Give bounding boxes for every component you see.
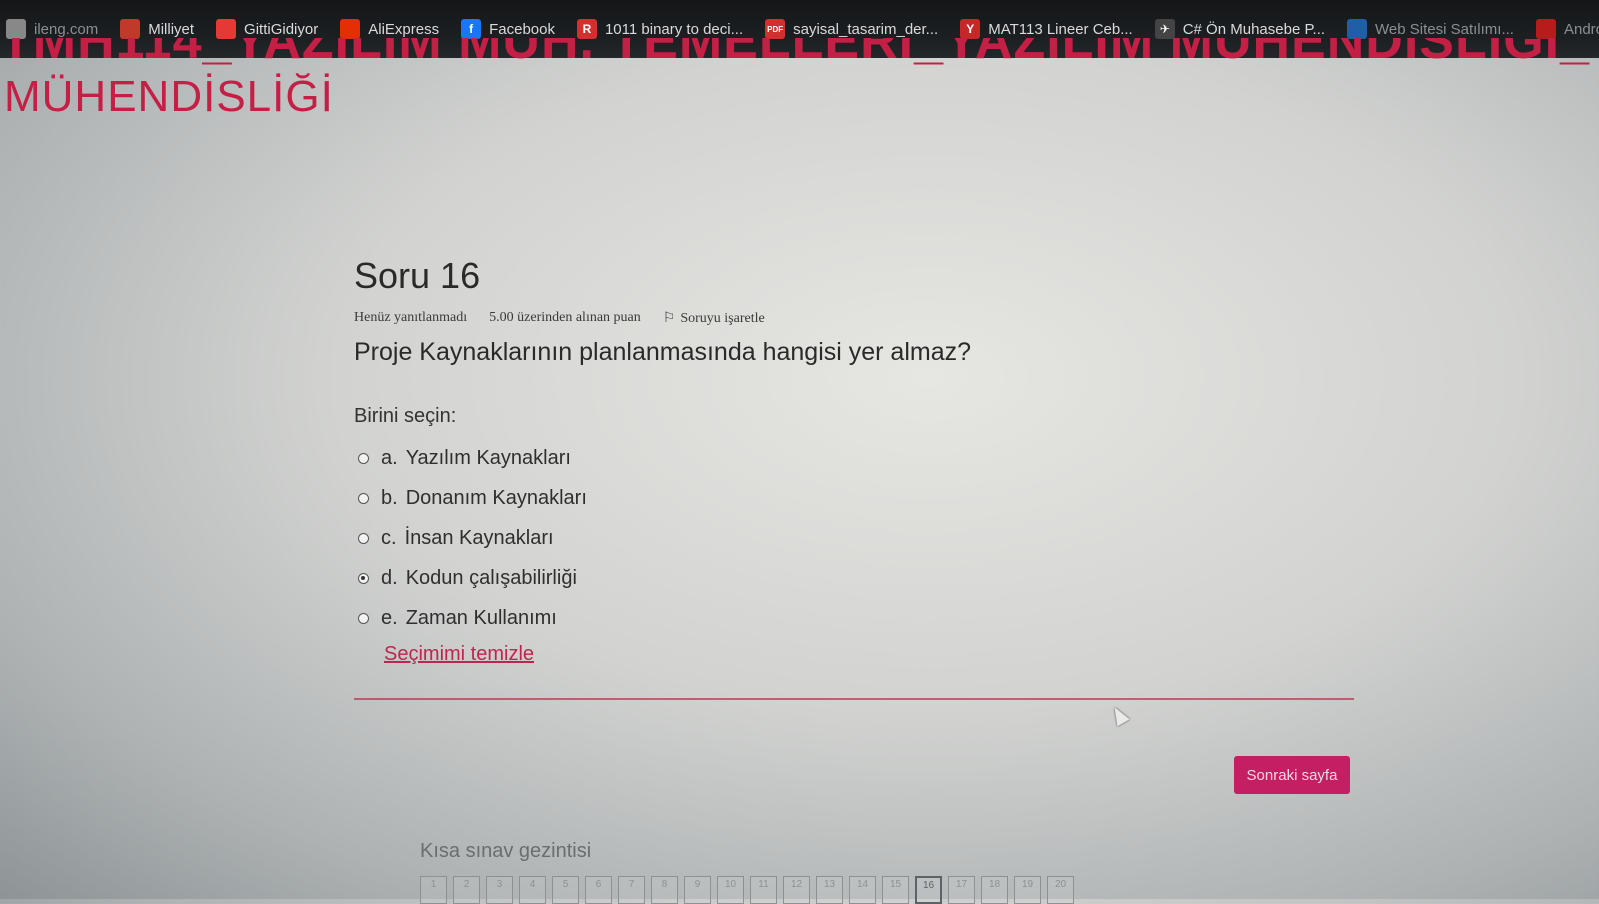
answer-list: a. Yazılım Kaynakları b. Donanım Kaynakları… [358, 438, 587, 638]
bookmark-label: Web Sitesi Satılımı... [1375, 20, 1514, 38]
answer-option[interactable]: b. Donanım Kaynakları [358, 478, 587, 518]
answer-letter: b. [381, 486, 398, 509]
flag-question-label: Soruyu işaretle [680, 310, 765, 326]
quiz-nav-button[interactable]: 19 [1014, 876, 1041, 904]
question-points: 5.00 üzerinden alınan puan [489, 310, 641, 325]
answer-text: Donanım Kaynakları [405, 486, 587, 509]
choose-one-label: Birini seçin: [354, 405, 457, 427]
quiz-nav-button[interactable]: 9 [684, 876, 711, 904]
bookmark-label: Milliyet [148, 20, 195, 38]
r-icon: R [576, 19, 597, 39]
aliexpress-icon [340, 19, 361, 39]
quiz-nav-button[interactable]: 18 [981, 876, 1008, 904]
answer-letter: c. [381, 526, 397, 549]
blue-icon [1347, 19, 1368, 39]
bookmark-item[interactable]: Y MAT113 Lineer Ceb... [960, 19, 1133, 39]
quiz-nav-button[interactable]: 17 [948, 876, 975, 904]
quiz-nav-button[interactable]: 15 [882, 876, 909, 904]
quiz-navigation: 1 2 3 4 5 6 7 8 9 10 11 12 13 14 15 16 17 18 19 20 [420, 876, 1074, 904]
site-icon [6, 19, 26, 39]
clear-selection-link[interactable]: Seçimimi temizle [384, 643, 534, 666]
quiz-nav-button[interactable]: 1 [420, 876, 447, 904]
pin-icon: ✈ [1154, 19, 1175, 39]
bookmark-label: sayisal_tasarim_der... [793, 20, 939, 38]
bookmark-label: Android Dersleri | U... [1563, 20, 1599, 38]
bookmark-item[interactable]: GittiGidiyor [216, 19, 318, 39]
answer-text: Zaman Kullanımı [405, 606, 557, 629]
quiz-nav-button[interactable]: 6 [585, 876, 612, 904]
answer-letter: d. [381, 566, 398, 589]
answer-option[interactable]: c. İnsan Kaynakları [358, 518, 587, 558]
quiz-nav-button[interactable]: 8 [651, 876, 678, 904]
answer-text: Yazılım Kaynakları [405, 446, 571, 469]
bookmark-item[interactable]: f Facebook [461, 19, 555, 39]
quiz-nav-button[interactable]: 2 [453, 876, 480, 904]
milliyet-icon [120, 19, 141, 39]
radio-button[interactable] [358, 532, 369, 544]
bookmark-item[interactable]: ileng.com [6, 19, 98, 39]
radio-button[interactable] [358, 572, 369, 584]
gittigidiyor-icon [216, 19, 237, 39]
android-icon [1535, 19, 1556, 39]
quiz-nav-button[interactable]: 16 [915, 876, 942, 904]
quiz-nav-button[interactable]: 4 [519, 876, 546, 904]
facebook-icon: f [461, 19, 482, 39]
radio-button[interactable] [358, 452, 369, 464]
flag-icon: ⚐ [662, 311, 676, 326]
question-text: Proje Kaynaklarının planlanmasında hangi… [354, 338, 972, 366]
question-info: Henüz yanıtlanmadı 5.00 üzerinden alınan… [354, 310, 765, 327]
bookmark-label: Facebook [489, 20, 555, 38]
bookmark-item[interactable]: Milliyet [120, 19, 194, 39]
mouse-cursor-icon [1108, 703, 1130, 727]
quiz-nav-button[interactable]: 5 [552, 876, 579, 904]
quiz-nav-button[interactable]: 14 [849, 876, 876, 904]
quiz-nav-button[interactable]: 13 [816, 876, 843, 904]
next-page-button[interactable]: Sonraki sayfa [1234, 756, 1350, 794]
answer-text: İnsan Kaynakları [404, 526, 554, 549]
quiz-nav-button[interactable]: 12 [783, 876, 810, 904]
quiz-nav-button[interactable]: 3 [486, 876, 513, 904]
bookmark-label: AliExpress [368, 20, 440, 38]
bookmark-item[interactable]: ✈ C# Ön Muhasebe P... [1154, 19, 1326, 39]
bookmark-label: ileng.com [34, 20, 99, 38]
bookmark-item[interactable]: Web Sitesi Satılımı... [1347, 19, 1514, 39]
bookmark-item[interactable]: Android Dersleri | U... [1535, 19, 1599, 39]
bookmark-item[interactable]: AliExpress [340, 19, 439, 39]
bookmark-item[interactable]: R 1011 binary to deci... [576, 19, 744, 39]
quiz-nav-button[interactable]: 7 [618, 876, 645, 904]
answer-option[interactable]: d. Kodun çalışabilirliği [358, 558, 587, 598]
y-icon: Y [960, 19, 981, 39]
section-divider [354, 698, 1354, 700]
answer-option[interactable]: a. Yazılım Kaynakları [358, 438, 587, 478]
flag-question-link[interactable]: ⚐ Soruyu işaretle [663, 310, 765, 327]
pdf-icon: PDF [765, 19, 786, 39]
bookmark-label: GittiGidiyor [244, 20, 319, 38]
quiz-nav-button[interactable]: 10 [717, 876, 744, 904]
bookmark-item[interactable]: PDF sayisal_tasarim_der... [765, 19, 938, 39]
question-status: Henüz yanıtlanmadı [354, 310, 468, 325]
quiz-navigation-title: Kısa sınav gezintisi [420, 840, 592, 862]
radio-button[interactable] [358, 492, 369, 504]
question-title: Soru 16 [354, 255, 481, 296]
answer-letter: e. [381, 606, 398, 629]
quiz-nav-button[interactable]: 11 [750, 876, 777, 904]
answer-text: Kodun çalışabilirliği [405, 566, 577, 589]
radio-button[interactable] [358, 612, 369, 624]
course-title: MÜHENDİSLİĞİ [4, 72, 334, 121]
bookmark-label: MAT113 Lineer Ceb... [988, 20, 1133, 38]
bookmark-label: 1011 binary to deci... [604, 20, 744, 38]
answer-letter: a. [381, 446, 398, 469]
quiz-nav-button[interactable]: 20 [1047, 876, 1074, 904]
answer-option[interactable]: e. Zaman Kullanımı [358, 598, 587, 638]
bookmark-label: C# Ön Muhasebe P... [1182, 20, 1326, 38]
course-header-line: TMH114_YAZILIM MÜH. TEMELLERİ_YAZILIM MÜ… [0, 38, 1599, 70]
